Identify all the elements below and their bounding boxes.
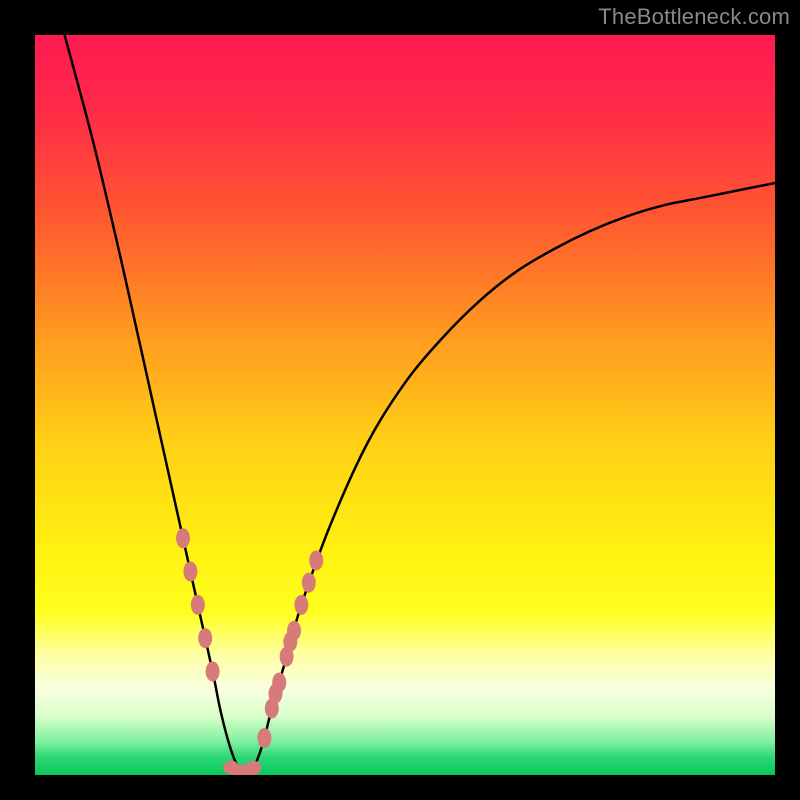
data-marker xyxy=(198,628,212,648)
markers-right-branch xyxy=(257,550,323,748)
data-marker xyxy=(309,550,323,570)
watermark-text: TheBottleneck.com xyxy=(598,4,790,30)
data-marker xyxy=(191,595,205,615)
markers-bottom xyxy=(223,761,261,775)
plot-area xyxy=(35,35,775,775)
data-marker xyxy=(183,562,197,582)
chart-container: TheBottleneck.com xyxy=(0,0,800,800)
bottleneck-curve xyxy=(65,35,775,773)
data-marker xyxy=(206,661,220,681)
data-marker xyxy=(294,595,308,615)
data-marker xyxy=(257,728,271,748)
data-marker xyxy=(245,761,261,775)
markers-left-branch xyxy=(176,528,220,681)
curve-layer xyxy=(35,35,775,775)
data-marker xyxy=(176,528,190,548)
data-marker xyxy=(272,673,286,693)
data-marker xyxy=(302,573,316,593)
data-marker xyxy=(287,621,301,641)
